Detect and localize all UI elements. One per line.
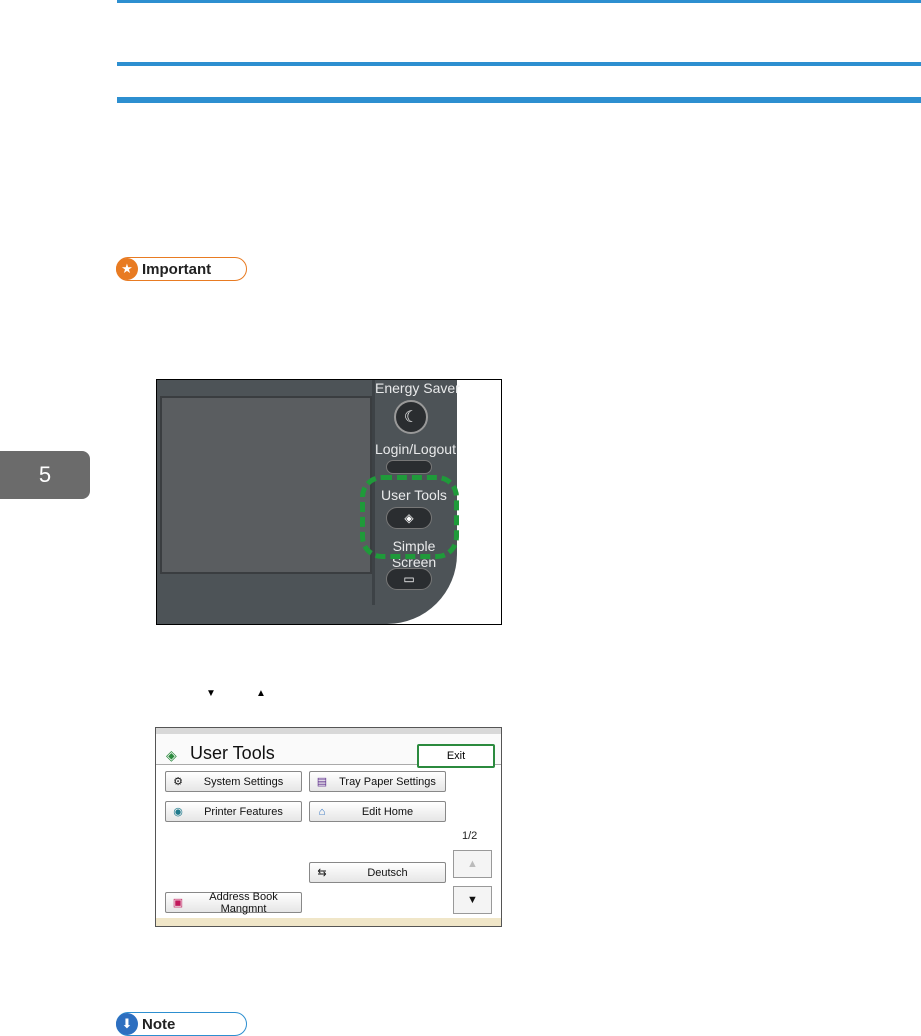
important-label: Important [142, 260, 212, 278]
tray-paper-icon: ▤ [316, 776, 328, 788]
language-icon: ⇆ [317, 867, 327, 879]
scroll-down-button[interactable]: ▼ [453, 886, 492, 914]
note-label: Note [142, 1015, 176, 1033]
printer-features-button[interactable]: ◉ Printer Features [165, 801, 302, 822]
edit-home-button[interactable]: ⌂ Edit Home [309, 801, 446, 822]
home-icon: ⌂ [318, 805, 326, 818]
screen-header: ◈ User Tools Exit [156, 734, 501, 768]
system-settings-button[interactable]: ⚙ System Settings [165, 771, 302, 792]
important-badge: ★ Important [116, 257, 247, 281]
scroll-down-icon: ▼ [467, 894, 478, 906]
user-tools-screen: ◈ User Tools Exit ⚙ System Settings ▤ Tr… [155, 727, 502, 927]
moon-icon[interactable]: ☾ [394, 400, 428, 434]
address-book-button[interactable]: ▣ Address Book Mangmnt [165, 890, 302, 915]
address-book-icon: ▣ [172, 897, 184, 909]
scroll-up-button[interactable]: ▲ [453, 850, 492, 878]
simple-screen-button[interactable]: ▭ [386, 568, 432, 590]
login-logout-button[interactable] [386, 460, 432, 474]
login-logout-label: Login/Logout [375, 441, 456, 457]
up-arrow-icon: ▲ [256, 688, 266, 699]
energy-saver-label: Energy Saver [375, 380, 460, 396]
down-arrow-circle-icon: ⬇ [116, 1013, 138, 1035]
chapter-tab: 5 [0, 451, 90, 499]
user-tools-highlight [360, 475, 459, 559]
panel-touch-screen [160, 396, 372, 574]
chapter-number: 5 [38, 462, 52, 487]
screen-bottom-bar [156, 918, 501, 926]
language-label: Deutsch [367, 866, 408, 879]
printer-icon: ◉ [173, 806, 183, 818]
tray-paper-settings-button[interactable]: ▤ Tray Paper Settings [309, 771, 446, 792]
scroll-up-icon: ▲ [467, 858, 478, 870]
header-rule-middle [117, 62, 921, 66]
simple-screen-icon: ▭ [403, 572, 415, 586]
exit-button[interactable]: Exit [417, 744, 495, 768]
system-settings-label: System Settings [203, 775, 284, 788]
address-book-label: Address Book Mangmnt [209, 890, 278, 915]
note-badge: ⬇ Note [116, 1012, 247, 1036]
page-indicator: 1/2 [462, 830, 478, 842]
header-rule-top [117, 0, 921, 3]
user-tools-icon: ◈ [166, 747, 177, 763]
exit-label: Exit [446, 750, 466, 762]
printer-features-label: Printer Features [204, 805, 283, 818]
edit-home-label: Edit Home [361, 805, 414, 818]
star-icon: ★ [116, 258, 138, 280]
down-arrow-icon: ▼ [206, 688, 216, 699]
header-rule-bottom [117, 97, 921, 103]
screen-title: User Tools [190, 743, 275, 763]
gear-icon: ⚙ [173, 776, 183, 788]
tray-paper-settings-label: Tray Paper Settings [339, 775, 436, 788]
panel-body: Energy Saver ☾ Login/Logout User Tools ◈… [157, 380, 460, 624]
control-panel-illustration: Energy Saver ☾ Login/Logout User Tools ◈… [156, 379, 502, 625]
language-button[interactable]: ⇆ Deutsch [309, 862, 446, 883]
